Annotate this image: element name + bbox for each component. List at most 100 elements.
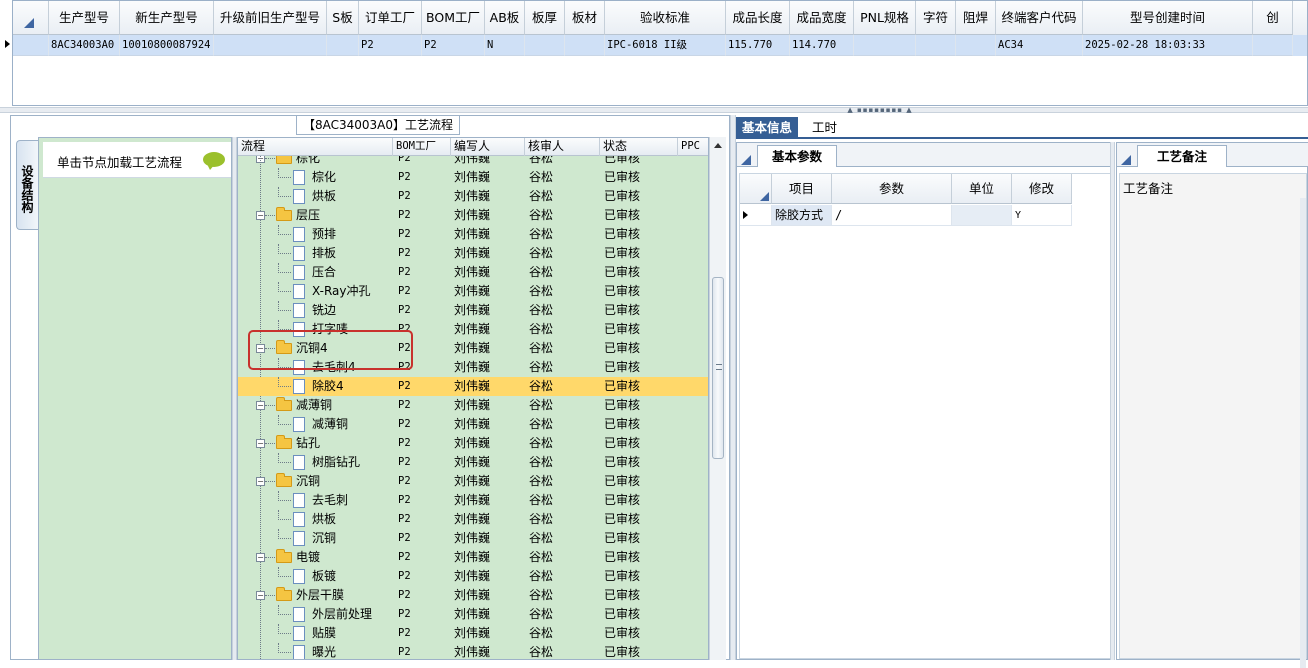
col-header[interactable]: 成品长度 xyxy=(726,1,790,35)
params-row-indicator[interactable] xyxy=(740,205,772,226)
col-header[interactable]: AB板 xyxy=(485,1,525,35)
tree-step-node[interactable]: 贴膜 P2 刘伟巍 谷松 已审核 xyxy=(238,624,708,643)
param-unit-cell[interactable] xyxy=(952,205,1012,226)
row-indicator[interactable] xyxy=(13,35,49,56)
tree-step-node[interactable]: 板镀 P2 刘伟巍 谷松 已审核 xyxy=(238,567,708,586)
tab-basic-info[interactable]: 基本信息 xyxy=(736,117,799,139)
tree-step-node[interactable]: 减薄铜 P2 刘伟巍 谷松 已审核 xyxy=(238,415,708,434)
col-header[interactable]: 创 xyxy=(1253,1,1293,35)
grid-cell[interactable]: AC34 xyxy=(996,35,1083,56)
col-header[interactable]: BOM工厂 xyxy=(422,1,485,35)
grid-cell[interactable] xyxy=(956,35,996,56)
col-header[interactable]: 新生产型号 xyxy=(120,1,214,35)
col-header[interactable]: 生产型号 xyxy=(49,1,120,35)
grid-cell[interactable]: P2 xyxy=(422,35,485,56)
tree-folder-node[interactable]: − 电镀 P2 刘伟巍 谷松 已审核 xyxy=(238,548,708,567)
grid-cell[interactable]: IPC-6018 II级 xyxy=(605,35,726,56)
col-header[interactable]: PNL规格 xyxy=(854,1,916,35)
collapse-icon[interactable]: − xyxy=(256,591,265,600)
remarks-area[interactable]: 工艺备注 xyxy=(1119,173,1307,668)
collapse-icon[interactable]: − xyxy=(256,401,265,410)
col-header[interactable]: 终端客户代码 xyxy=(996,1,1083,35)
col-header[interactable]: 阻焊 xyxy=(956,1,996,35)
grid-cell[interactable]: 8AC34003A0 xyxy=(49,35,120,56)
collapse-icon[interactable]: − xyxy=(256,439,265,448)
tree-step-node[interactable]: 棕化 P2 刘伟巍 谷松 已审核 xyxy=(238,168,708,187)
grid-cell[interactable] xyxy=(214,35,327,56)
tree-folder-node[interactable]: − 外层干膜 P2 刘伟巍 谷松 已审核 xyxy=(238,586,708,605)
params-row-header[interactable] xyxy=(740,174,772,204)
tree-step-node[interactable]: 烘板 P2 刘伟巍 谷松 已审核 xyxy=(238,187,708,206)
splitter-grip-icon[interactable]: ▲ ▪▪▪▪▪▪▪▪ ▲ xyxy=(845,107,915,114)
tree-col-header[interactable]: 编写人 xyxy=(451,138,525,156)
tab-basic-params[interactable]: 基本参数 xyxy=(757,145,837,167)
grid-cell[interactable]: 2025-02-28 18:03:33 xyxy=(1083,35,1253,56)
tree-col-header[interactable]: 流程 xyxy=(238,138,393,156)
tree-col-header[interactable]: 核审人 xyxy=(525,138,600,156)
tree-scrollbar[interactable] xyxy=(709,137,726,660)
param-modify-cell[interactable]: Y xyxy=(1012,205,1072,226)
tree-step-node[interactable]: X-Ray冲孔 P2 刘伟巍 谷松 已审核 xyxy=(238,282,708,301)
col-header[interactable]: 成品宽度 xyxy=(790,1,854,35)
horizontal-splitter[interactable] xyxy=(0,107,1308,113)
grid-cell[interactable]: 115.770 xyxy=(726,35,790,56)
tree-step-node[interactable]: 沉铜 P2 刘伟巍 谷松 已审核 xyxy=(238,529,708,548)
remarks-scrollbar[interactable] xyxy=(1300,198,1306,668)
scroll-up-icon[interactable] xyxy=(714,143,722,148)
col-header[interactable]: S板 xyxy=(327,1,359,35)
tree-step-node[interactable]: 除胶4 P2 刘伟巍 谷松 已审核 xyxy=(238,377,708,396)
tree-col-header[interactable]: PPC xyxy=(678,138,708,156)
tree-folder-node[interactable]: − 沉铜 P2 刘伟巍 谷松 已审核 xyxy=(238,472,708,491)
param-value-cell[interactable]: / xyxy=(832,205,952,226)
col-unit[interactable]: 单位 xyxy=(952,174,1012,204)
tree-step-node[interactable]: 压合 P2 刘伟巍 谷松 已审核 xyxy=(238,263,708,282)
grid-cell[interactable] xyxy=(525,35,565,56)
col-header[interactable]: 板厚 xyxy=(525,1,565,35)
grid-cell[interactable]: 10010800087924 xyxy=(120,35,214,56)
writer-cell: 刘伟巍 xyxy=(454,398,491,412)
tab-work-hours[interactable]: 工时 xyxy=(806,117,843,139)
tree-step-node[interactable]: 树脂钻孔 P2 刘伟巍 谷松 已审核 xyxy=(238,453,708,472)
grid-cell[interactable]: P2 xyxy=(359,35,422,56)
tree-folder-node[interactable]: − 层压 P2 刘伟巍 谷松 已审核 xyxy=(238,206,708,225)
col-header[interactable]: 验收标准 xyxy=(605,1,726,35)
tree-step-node[interactable]: 外层前处理 P2 刘伟巍 谷松 已审核 xyxy=(238,605,708,624)
grid-cell[interactable] xyxy=(327,35,359,56)
col-header[interactable]: 型号创建时间 xyxy=(1083,1,1253,35)
grid-cell[interactable] xyxy=(1253,35,1293,56)
grid-cell[interactable] xyxy=(854,35,916,56)
tab-process-remarks[interactable]: 工艺备注 xyxy=(1137,145,1227,167)
tree-step-node[interactable]: 曝光 P2 刘伟巍 谷松 已审核 xyxy=(238,643,708,659)
tree-folder-node[interactable]: − 钻孔 P2 刘伟巍 谷松 已审核 xyxy=(238,434,708,453)
tree-step-node[interactable]: 铣边 P2 刘伟巍 谷松 已审核 xyxy=(238,301,708,320)
collapse-icon[interactable]: − xyxy=(256,477,265,486)
grid-cell[interactable]: N xyxy=(485,35,525,56)
tab-equipment-structure[interactable]: 设备结构 xyxy=(16,140,38,230)
tree-step-node[interactable]: 预排 P2 刘伟巍 谷松 已审核 xyxy=(238,225,708,244)
col-header[interactable]: 升级前旧生产型号 xyxy=(214,1,327,35)
grid-cell[interactable] xyxy=(565,35,605,56)
grid-corner-marker xyxy=(760,192,769,201)
col-param[interactable]: 参数 xyxy=(832,174,952,204)
tree-step-node[interactable]: 去毛刺 P2 刘伟巍 谷松 已审核 xyxy=(238,491,708,510)
collapse-icon[interactable]: − xyxy=(256,553,265,562)
model-grid-row[interactable]: 8AC34003A0 10010800087924 P2 P2 N IPC-6018 II… xyxy=(13,35,1307,56)
remarks-splitter[interactable] xyxy=(1110,142,1115,660)
scroll-thumb[interactable] xyxy=(712,277,724,459)
tree-folder-node[interactable]: − 减薄铜 P2 刘伟巍 谷松 已审核 xyxy=(238,396,708,415)
reviewer-cell: 谷松 xyxy=(529,322,554,336)
grid-cell[interactable]: 114.770 xyxy=(790,35,854,56)
tree-step-node[interactable]: 排板 P2 刘伟巍 谷松 已审核 xyxy=(238,244,708,263)
col-modify[interactable]: 修改 xyxy=(1012,174,1072,204)
grid-cell[interactable] xyxy=(916,35,956,56)
tree-step-node[interactable]: 烘板 P2 刘伟巍 谷松 已审核 xyxy=(238,510,708,529)
col-header[interactable]: 订单工厂 xyxy=(359,1,422,35)
col-item[interactable]: 项目 xyxy=(772,174,832,204)
collapse-icon[interactable]: − xyxy=(256,211,265,220)
node-load-hint[interactable]: 单击节点加载工艺流程 xyxy=(43,142,231,178)
tree-col-header[interactable]: BOM工厂 xyxy=(393,138,451,156)
tree-col-header[interactable]: 状态 xyxy=(600,138,678,156)
col-header[interactable]: 字符 xyxy=(916,1,956,35)
param-item-cell[interactable]: 除胶方式 xyxy=(772,205,832,226)
col-header[interactable]: 板材 xyxy=(565,1,605,35)
